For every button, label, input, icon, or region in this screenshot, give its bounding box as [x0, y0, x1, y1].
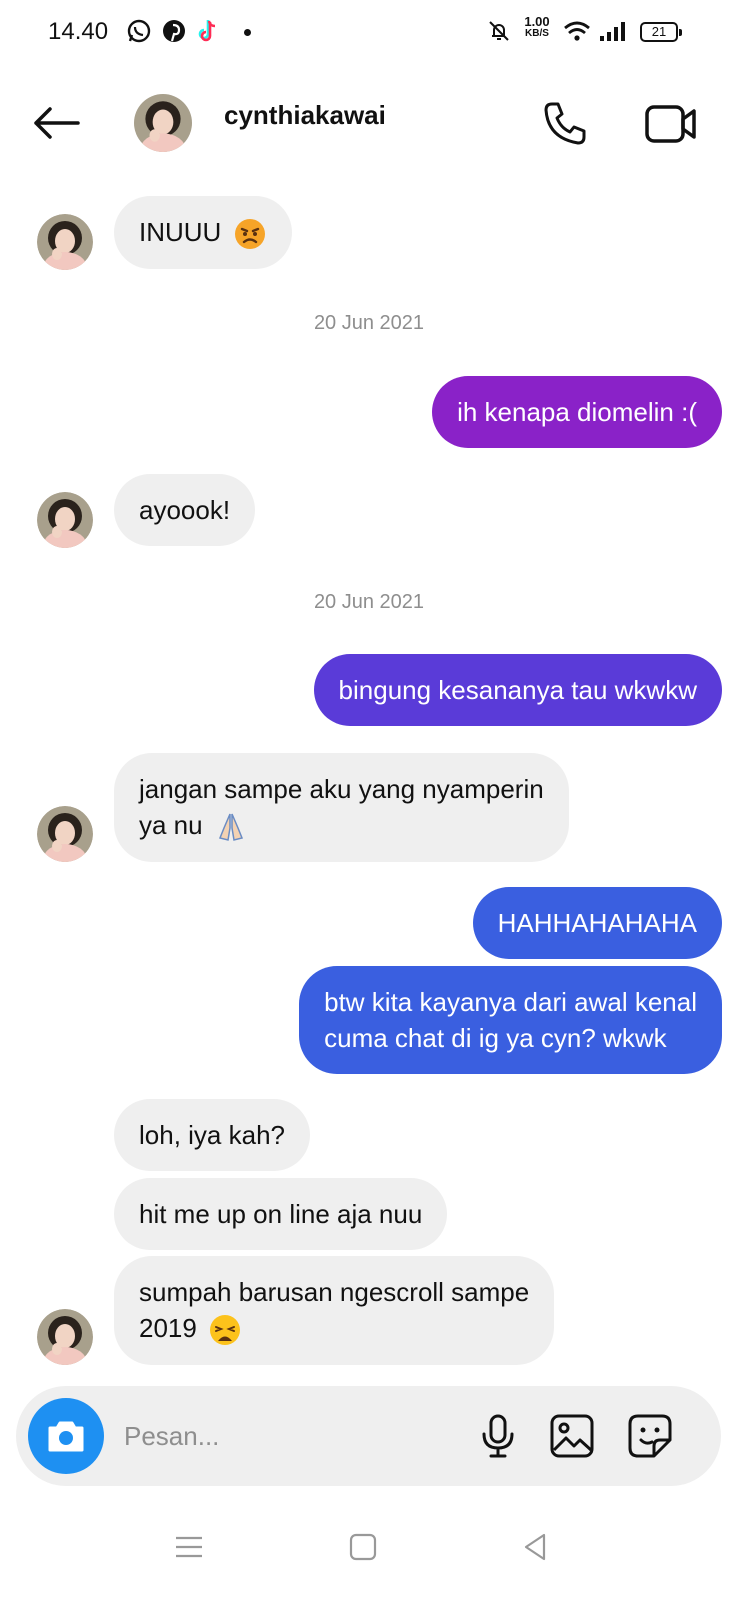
menu-icon[interactable] — [172, 1530, 206, 1564]
message-received[interactable]: loh, iya kah? — [114, 1099, 310, 1171]
phone-icon[interactable] — [540, 98, 590, 148]
weary-face-emoji — [210, 1315, 241, 1346]
sender-avatar[interactable] — [37, 492, 93, 548]
message-received[interactable]: sumpah barusan ngescroll sampe 2019 — [114, 1256, 555, 1366]
net-speed-value: 1.00 — [524, 14, 550, 29]
message-text: INUUU — [139, 217, 222, 247]
message-received[interactable]: INUUU — [114, 196, 292, 270]
mute-icon — [489, 21, 509, 41]
message-received[interactable]: ayoook! — [114, 474, 256, 546]
message-text: ayoook! — [139, 495, 231, 525]
message-text: sumpah barusan ngescroll sampe — [139, 1277, 530, 1307]
notification-dot — [244, 29, 251, 36]
message-text: btw kita kayanya dari awal kenal — [324, 987, 697, 1017]
microphone-icon[interactable] — [474, 1412, 522, 1460]
folded-hands-emoji — [218, 813, 243, 842]
sender-avatar[interactable] — [37, 1309, 93, 1365]
status-bar: 14.40 1.00 KB/S 21 — [0, 0, 738, 68]
message-text: ih kenapa diomelin :( — [457, 397, 697, 427]
signal-icon — [600, 22, 625, 41]
message-text-line2: cuma chat di ig ya cyn? wkwk — [324, 1023, 667, 1053]
angry-face-emoji — [234, 219, 265, 250]
back-icon[interactable] — [518, 1530, 552, 1564]
pinterest-icon — [163, 20, 185, 42]
header-avatar[interactable] — [134, 94, 192, 152]
message-text-line2: ya nu — [139, 810, 203, 840]
sender-avatar[interactable] — [37, 214, 93, 270]
message-text: jangan sampe aku yang nyamperin — [139, 774, 544, 804]
message-received[interactable]: jangan sampe aku yang nyamperin ya nu — [114, 753, 569, 863]
whatsapp-icon — [127, 19, 151, 43]
home-icon[interactable] — [346, 1530, 380, 1564]
message-input[interactable] — [124, 1416, 424, 1456]
sticker-icon[interactable] — [626, 1412, 674, 1460]
sender-avatar[interactable] — [37, 806, 93, 862]
message-sent[interactable]: bingung kesananya tau wkwkw — [313, 654, 722, 726]
message-composer — [16, 1386, 721, 1486]
camera-icon — [48, 1421, 84, 1452]
back-arrow-icon[interactable] — [28, 100, 84, 146]
battery-icon: 21 — [640, 22, 682, 42]
gallery-icon[interactable] — [548, 1412, 596, 1460]
message-sent[interactable]: ih kenapa diomelin :( — [432, 376, 722, 448]
date-separator: 20 Jun 2021 — [313, 591, 425, 613]
network-speed: 1.00 KB/S — [520, 14, 554, 40]
message-text: bingung kesananya tau wkwkw — [338, 675, 697, 705]
message-received[interactable]: hit me up on line aja nuu — [114, 1178, 448, 1250]
net-speed-unit: KB/S — [525, 28, 549, 39]
status-time: 14.40 — [48, 18, 109, 45]
message-text-line2: 2019 — [139, 1313, 197, 1343]
message-sent[interactable]: HAHHAHAHAHA — [472, 887, 722, 959]
video-camera-icon[interactable] — [644, 102, 698, 146]
message-text: hit me up on line aja nuu — [139, 1199, 423, 1229]
system-navigation-bar — [0, 1500, 738, 1600]
date-separator: 20 Jun 2021 — [313, 312, 425, 334]
message-text: HAHHAHAHAHA — [497, 908, 697, 938]
tiktok-icon — [198, 20, 216, 42]
username[interactable]: cynthiakawai — [224, 100, 386, 131]
message-sent[interactable]: btw kita kayanya dari awal kenal cuma ch… — [299, 966, 722, 1074]
chat-header: cynthiakawai — [0, 70, 738, 180]
wifi-icon — [564, 21, 590, 41]
camera-button[interactable] — [28, 1398, 104, 1474]
message-text: loh, iya kah? — [139, 1120, 285, 1150]
